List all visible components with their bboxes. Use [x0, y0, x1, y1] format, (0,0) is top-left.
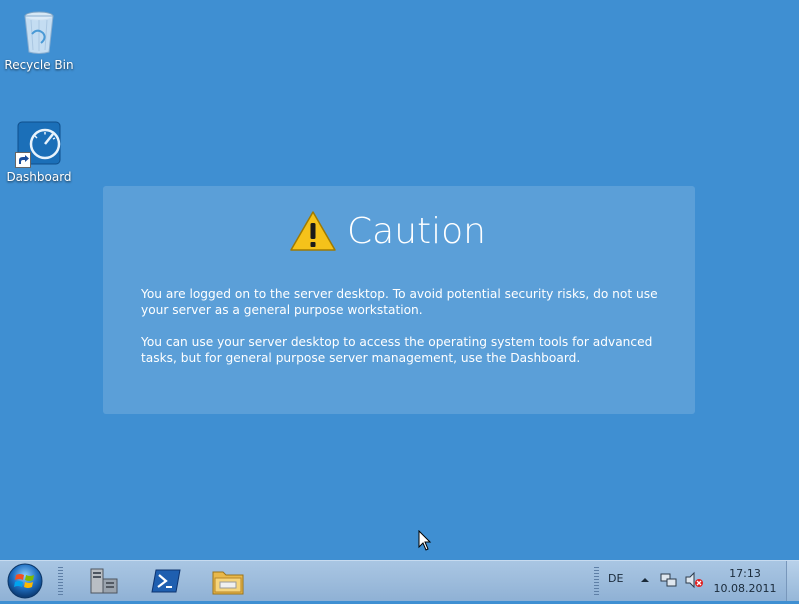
taskbar-grip[interactable]: [58, 567, 63, 595]
start-button[interactable]: [5, 562, 45, 600]
network-icon[interactable]: [660, 571, 678, 589]
system-clock[interactable]: 17:13 10.08.2011: [712, 566, 778, 596]
clock-date: 10.08.2011: [713, 582, 777, 595]
show-hidden-icons-arrow-icon[interactable]: [639, 574, 651, 586]
caution-banner: Caution You are logged on to the server …: [103, 186, 695, 414]
desktop-icon-dashboard[interactable]: Dashboard: [3, 120, 75, 184]
volume-muted-icon[interactable]: [684, 571, 704, 589]
taskbar-powershell-button[interactable]: [142, 563, 190, 599]
taskbar-explorer-button[interactable]: [204, 563, 252, 599]
explorer-folder-icon: [212, 571, 244, 595]
recycle-bin-icon: [15, 8, 63, 56]
desktop-icon-recycle-bin[interactable]: Recycle Bin: [3, 8, 75, 72]
desktop-icon-label: Recycle Bin: [4, 58, 74, 72]
shortcut-arrow-icon: [15, 152, 31, 168]
desktop-icon-label: Dashboard: [6, 170, 72, 184]
tray-grip[interactable]: [594, 567, 599, 595]
language-indicator[interactable]: DE: [608, 572, 623, 585]
clock-time: 17:13: [729, 567, 761, 580]
windows-orb-icon: [7, 563, 43, 599]
taskbar-server-manager-button[interactable]: [80, 563, 128, 599]
banner-title: Caution: [347, 210, 486, 252]
banner-paragraph-2: You can use your server desktop to acces…: [141, 335, 653, 365]
taskbar: DE 17:13 10.08.2011: [0, 560, 799, 601]
banner-body: You are logged on to the server desktop.…: [141, 286, 661, 382]
show-desktop-button[interactable]: [786, 561, 799, 601]
warning-icon: [290, 211, 336, 251]
banner-paragraph-1: You are logged on to the server desktop.…: [141, 287, 658, 317]
mouse-cursor-icon: [418, 530, 432, 551]
dashboard-icon: [15, 120, 63, 168]
banner-header: Caution: [289, 210, 486, 252]
server-manager-icon: [90, 568, 118, 594]
powershell-icon: [151, 569, 181, 593]
